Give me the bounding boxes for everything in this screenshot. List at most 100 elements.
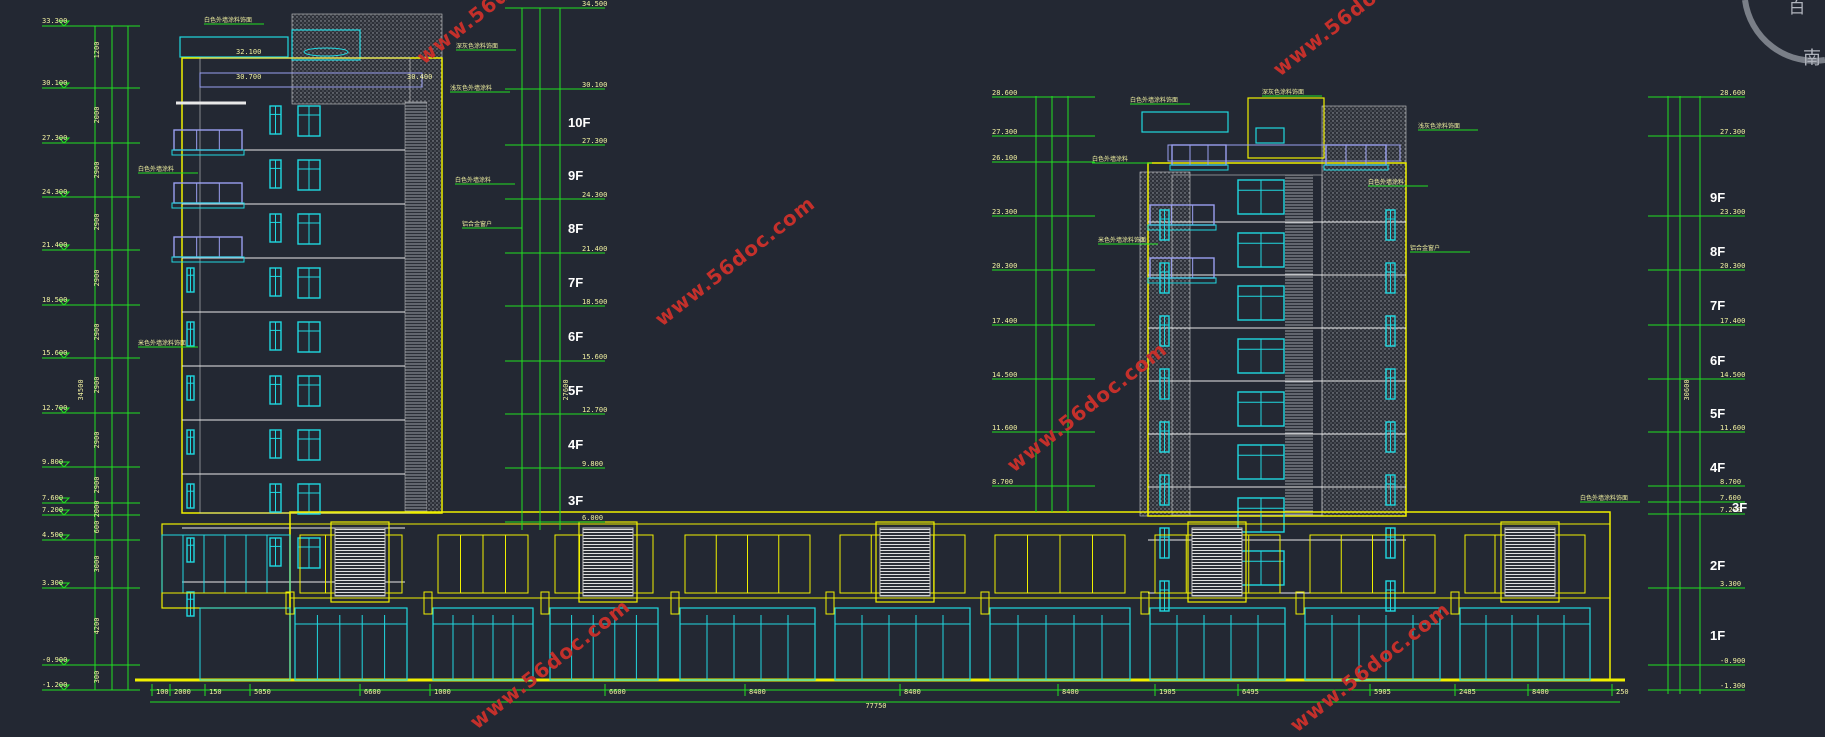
louver-panel (334, 527, 386, 597)
dimension-value: 150 (209, 688, 222, 696)
level-value: 23.300 (1720, 208, 1745, 216)
level-value: 14.500 (992, 371, 1017, 379)
roof-mark: 32.100 (236, 48, 261, 56)
dimension-value: 8400 (1532, 688, 1549, 696)
dimension-value: 2485 (1459, 688, 1476, 696)
annotation-text: 米色外墙涂料饰面 (138, 339, 186, 347)
dimension-total: 77750 (865, 702, 886, 710)
level-value: 9.800 (42, 458, 63, 466)
annotation-text: 深灰色涂料饰面 (456, 42, 498, 50)
compass-south-label: 南 (1803, 48, 1821, 69)
pilaster (540, 591, 550, 615)
level-value: 21.400 (42, 241, 67, 249)
level-value: 27.300 (582, 137, 607, 145)
floor-label: 8F (568, 221, 583, 236)
level-value: 24.300 (42, 188, 67, 196)
dimension-value: 100 (156, 688, 169, 696)
level-value: 30.100 (42, 79, 67, 87)
level-value: 20.300 (1720, 262, 1745, 270)
dimension-total: 34500 (77, 379, 85, 400)
dimension-value: 3000 (93, 556, 101, 573)
pilaster (1140, 591, 1150, 615)
dimension-value: 8400 (1062, 688, 1079, 696)
dimension-value: 2900 (93, 214, 101, 231)
annotation-text: 浅灰色外墙涂料 (450, 84, 492, 92)
level-value: 12.700 (42, 404, 67, 412)
louver-panel (1504, 527, 1556, 597)
level-value: 24.300 (582, 191, 607, 199)
level-value: -0.900 (42, 656, 67, 664)
level-value: -0.900 (1720, 657, 1745, 665)
floor-label: 9F (1710, 190, 1725, 205)
balcony-railing (173, 182, 243, 204)
annotation-text: 米色外墙涂料饰面 (1098, 236, 1146, 244)
level-value: 17.400 (1720, 317, 1745, 325)
floor-label: 10F (568, 115, 590, 130)
level-value: 21.400 (582, 245, 607, 253)
floor-label: 6F (568, 329, 583, 344)
annotation-text: 白色外墙涂料 (138, 165, 174, 173)
dimension-value: 1000 (434, 688, 451, 696)
level-value: 27.300 (42, 134, 67, 142)
dimension-value: 6600 (364, 688, 381, 696)
floor-label: 9F (568, 168, 583, 183)
level-value: 27.300 (992, 128, 1017, 136)
dimension-value: 2900 (93, 377, 101, 394)
shopfront (1149, 607, 1286, 681)
cad-elevation-drawing: 33.300 30.100 27.300 24.300 21.400 18.500 15.6… (42, 0, 1747, 710)
pilaster (825, 591, 835, 615)
level-value: 8.700 (1720, 478, 1741, 486)
pilaster (670, 591, 680, 615)
pilaster (980, 591, 990, 615)
floor-label: 2F (1710, 558, 1725, 573)
left-tower (171, 13, 443, 617)
dimension-value: 2900 (93, 432, 101, 449)
dimension-value: 2900 (93, 270, 101, 287)
louver-panel (879, 527, 931, 597)
annotation-text: 深灰色涂料饰面 (1262, 88, 1304, 96)
dimension-value: 4200 (93, 618, 101, 635)
level-value: -1.300 (1720, 682, 1745, 690)
annotation-text: 白色外墙涂料饰面 (204, 16, 252, 24)
annotation-text: 白色外墙涂料 (1368, 178, 1404, 186)
balcony-railing (1171, 144, 1227, 166)
level-value: 11.600 (992, 424, 1017, 432)
dimension-value: 6495 (1242, 688, 1259, 696)
dimension-value: 600 (93, 521, 101, 534)
level-value: 7.200 (42, 506, 63, 514)
dimension-value: 2000 (93, 107, 101, 124)
dimension-value: 2900 (93, 162, 101, 179)
dimension-value: 2000 (174, 688, 191, 696)
level-value: 34.500 (582, 0, 607, 8)
floor-label: 5F (568, 383, 583, 398)
floor-label: 4F (1710, 460, 1725, 475)
level-value: 17.400 (992, 317, 1017, 325)
floor-label: 3F (568, 493, 583, 508)
annotation-text: 浅灰色涂料饰面 (1418, 122, 1460, 130)
compass-top-label: 白 (1788, 0, 1805, 17)
level-value: -1.200 (42, 681, 67, 689)
floor-label: 7F (568, 275, 583, 290)
shopfront (834, 607, 971, 681)
floor-label: 6F (1710, 353, 1725, 368)
annotation-text: 白色外墙涂料饰面 (1580, 494, 1628, 502)
annotation-text: 铝合金窗户 (462, 220, 492, 228)
shopfront (294, 607, 408, 681)
level-value: 15.600 (582, 353, 607, 361)
level-value: 27.300 (1720, 128, 1745, 136)
dimension-value: 8400 (904, 688, 921, 696)
pilaster (1295, 591, 1305, 615)
roof-mark: 30.400 (407, 73, 432, 81)
dimension-value: 2900 (93, 324, 101, 341)
shopfront (989, 607, 1131, 681)
annotation-text: 白色外墙涂料 (1092, 155, 1128, 163)
level-value: 7.600 (42, 494, 63, 502)
level-value: 18.500 (42, 296, 67, 304)
louver-panel (1191, 527, 1243, 597)
level-value: 8.700 (992, 478, 1013, 486)
balcony-railing (173, 129, 243, 151)
floor-label: 5F (1710, 406, 1725, 421)
dimension-value: 5050 (254, 688, 271, 696)
louver-panel (582, 527, 634, 597)
floor-label: 7F (1710, 298, 1725, 313)
